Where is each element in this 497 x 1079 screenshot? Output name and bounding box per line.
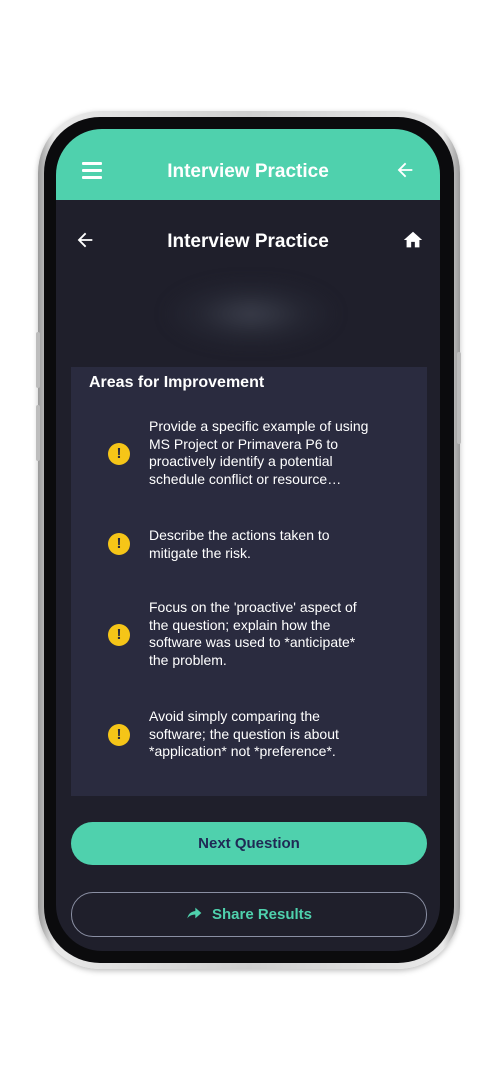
share-arrow-icon [187, 907, 202, 919]
app-bar: Interview Practice [56, 129, 440, 200]
next-question-button[interactable]: Next Question [71, 822, 427, 865]
share-results-button[interactable]: Share Results [71, 892, 427, 937]
phone-side-button [36, 332, 40, 388]
list-item: ! Focus on the 'proactive' aspect of the… [71, 599, 427, 674]
warning-icon: ! [108, 724, 130, 746]
warning-icon: ! [108, 443, 130, 465]
improvement-card: Areas for Improvement ! Provide a specif… [71, 367, 427, 796]
card-title: Areas for Improvement [89, 374, 265, 391]
warning-icon: ! [108, 624, 130, 646]
list-item-text: Provide a specific example of using MS P… [149, 418, 369, 487]
list-item-text: Focus on the 'proactive' aspect of the q… [149, 599, 357, 668]
app-bar-title: Interview Practice [167, 161, 329, 182]
list-item: ! Describe the actions taken to mitigate… [71, 527, 427, 567]
list-item: ! Provide a specific example of using MS… [71, 418, 427, 493]
app-screen: Interview Practice Interview Practice Ar… [56, 129, 440, 951]
list-item-text: Avoid simply comparing the software; the… [149, 708, 339, 759]
list-item: ! Avoid simply comparing the software; t… [71, 708, 427, 768]
phone-side-button [457, 352, 461, 444]
share-results-label: Share Results [211, 906, 313, 923]
home-icon[interactable] [402, 229, 424, 251]
blurred-image-placeholder [166, 279, 336, 349]
list-item-text: Describe the actions taken to mitigate t… [149, 527, 330, 561]
page-title: Interview Practice [167, 231, 329, 252]
arrow-left-icon[interactable] [394, 159, 416, 181]
warning-icon: ! [108, 533, 130, 555]
phone-side-button [36, 405, 40, 461]
